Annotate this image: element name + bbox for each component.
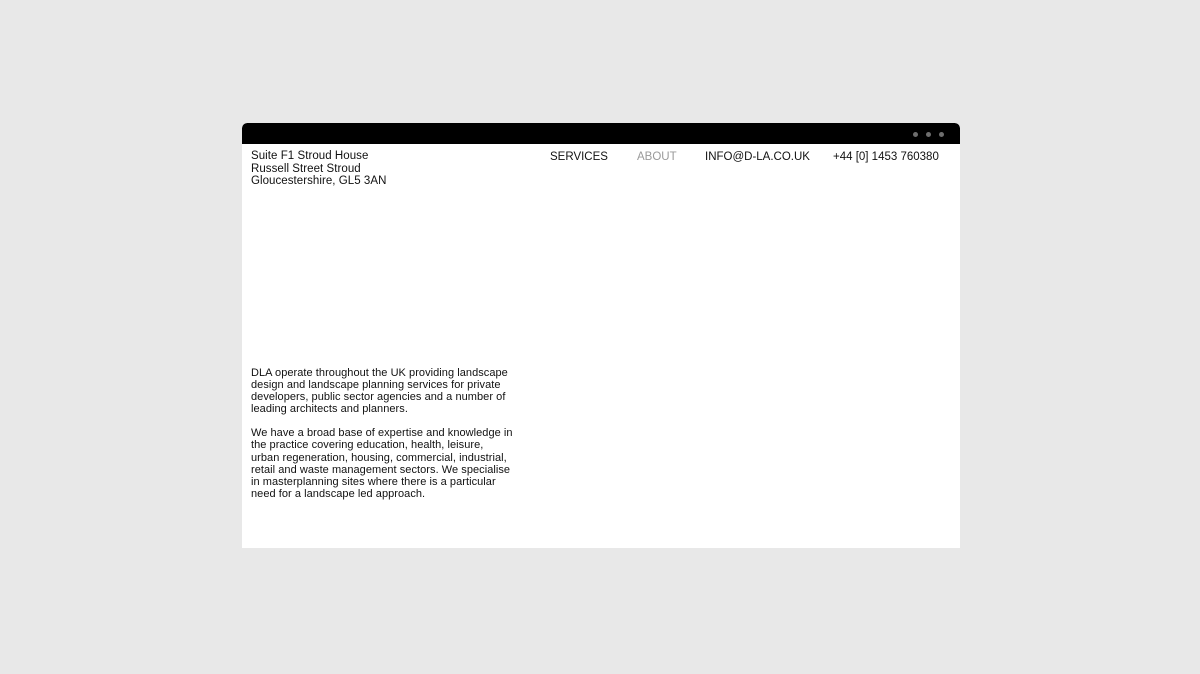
window-controls (913, 132, 944, 137)
nav-services-link[interactable]: SERVICES (550, 151, 608, 164)
intro-paragraph-2: We have a broad base of expertise and kn… (251, 427, 513, 500)
intro-paragraph-1: DLA operate throughout the UK providing … (251, 367, 508, 416)
window-control-dot-icon[interactable] (926, 132, 931, 137)
window-control-dot-icon[interactable] (913, 132, 918, 137)
office-address: Suite F1 Stroud House Russell Street Str… (251, 150, 386, 188)
window-control-dot-icon[interactable] (939, 132, 944, 137)
window-title-bar[interactable] (242, 123, 960, 144)
phone-link[interactable]: +44 [0] 1453 760380 (833, 151, 939, 164)
address-line-2: Russell Street Stroud (251, 162, 361, 175)
email-link[interactable]: INFO@D-LA.CO.UK (705, 151, 810, 164)
nav-about-link[interactable]: ABOUT (637, 151, 677, 164)
address-line-3: Gloucestershire, GL5 3AN (251, 175, 387, 188)
address-line-1: Suite F1 Stroud House (251, 150, 369, 162)
browser-window: Suite F1 Stroud House Russell Street Str… (242, 123, 960, 548)
intro-text: DLA operate throughout the UK providing … (251, 367, 513, 512)
